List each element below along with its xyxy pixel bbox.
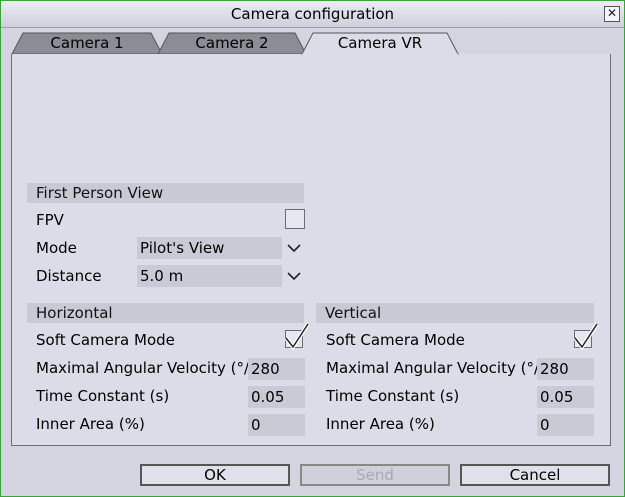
vertical-soft-camera-label: Soft Camera Mode bbox=[326, 331, 465, 349]
tab-label: Camera 2 bbox=[195, 34, 269, 52]
vertical-time-constant-label: Time Constant (s) bbox=[326, 387, 460, 405]
horizontal-soft-camera-label: Soft Camera Mode bbox=[36, 331, 175, 349]
ok-button[interactable]: OK bbox=[140, 464, 290, 486]
chevron-down-icon[interactable] bbox=[283, 265, 305, 287]
fpv-checkbox[interactable] bbox=[285, 209, 305, 229]
horizontal-velocity-label: Maximal Angular Velocity (°/s) bbox=[36, 359, 263, 377]
horizontal-velocity-input[interactable]: 280 bbox=[248, 358, 305, 380]
vertical-inner-area-input[interactable]: 0 bbox=[537, 414, 594, 436]
close-button[interactable]: ✕ bbox=[604, 6, 620, 22]
horizontal-time-constant-label: Time Constant (s) bbox=[36, 387, 170, 405]
vertical-time-constant-input[interactable]: 0.05 bbox=[537, 386, 594, 408]
camera-configuration-dialog: Camera configuration ✕ Camera 1 Camera 2… bbox=[0, 0, 625, 497]
close-icon: ✕ bbox=[606, 6, 618, 20]
distance-select[interactable]: 5.0 m bbox=[137, 265, 282, 287]
tab-camera-vr[interactable]: Camera VR bbox=[301, 32, 459, 55]
mode-select[interactable]: Pilot's View bbox=[137, 237, 282, 259]
horizontal-inner-area-label: Inner Area (%) bbox=[36, 415, 145, 433]
horizontal-inner-area-input[interactable]: 0 bbox=[248, 414, 305, 436]
horizontal-time-constant-input[interactable]: 0.05 bbox=[248, 386, 305, 408]
distance-label: Distance bbox=[36, 267, 102, 285]
tab-label: Camera 1 bbox=[50, 34, 124, 52]
section-header-horizontal: Horizontal bbox=[27, 303, 304, 323]
checkmark-icon bbox=[573, 322, 599, 351]
section-header-vertical: Vertical bbox=[316, 303, 594, 323]
tab-camera-1[interactable]: Camera 1 bbox=[11, 32, 163, 54]
fpv-label: FPV bbox=[36, 211, 64, 229]
vertical-velocity-input[interactable]: 280 bbox=[537, 358, 594, 380]
tab-camera-2[interactable]: Camera 2 bbox=[157, 32, 307, 54]
title-bar[interactable]: Camera configuration ✕ bbox=[1, 1, 624, 28]
checkmark-icon bbox=[284, 322, 310, 351]
section-header-fpv: First Person View bbox=[27, 183, 304, 203]
tab-label: Camera VR bbox=[337, 34, 423, 52]
vertical-velocity-label: Maximal Angular Velocity (°/s) bbox=[326, 359, 553, 377]
cancel-button[interactable]: Cancel bbox=[460, 464, 610, 486]
vertical-inner-area-label: Inner Area (%) bbox=[326, 415, 435, 433]
mode-label: Mode bbox=[36, 239, 77, 257]
chevron-down-icon[interactable] bbox=[283, 237, 305, 259]
dialog-title: Camera configuration bbox=[230, 5, 395, 23]
send-button[interactable]: Send bbox=[300, 464, 450, 486]
